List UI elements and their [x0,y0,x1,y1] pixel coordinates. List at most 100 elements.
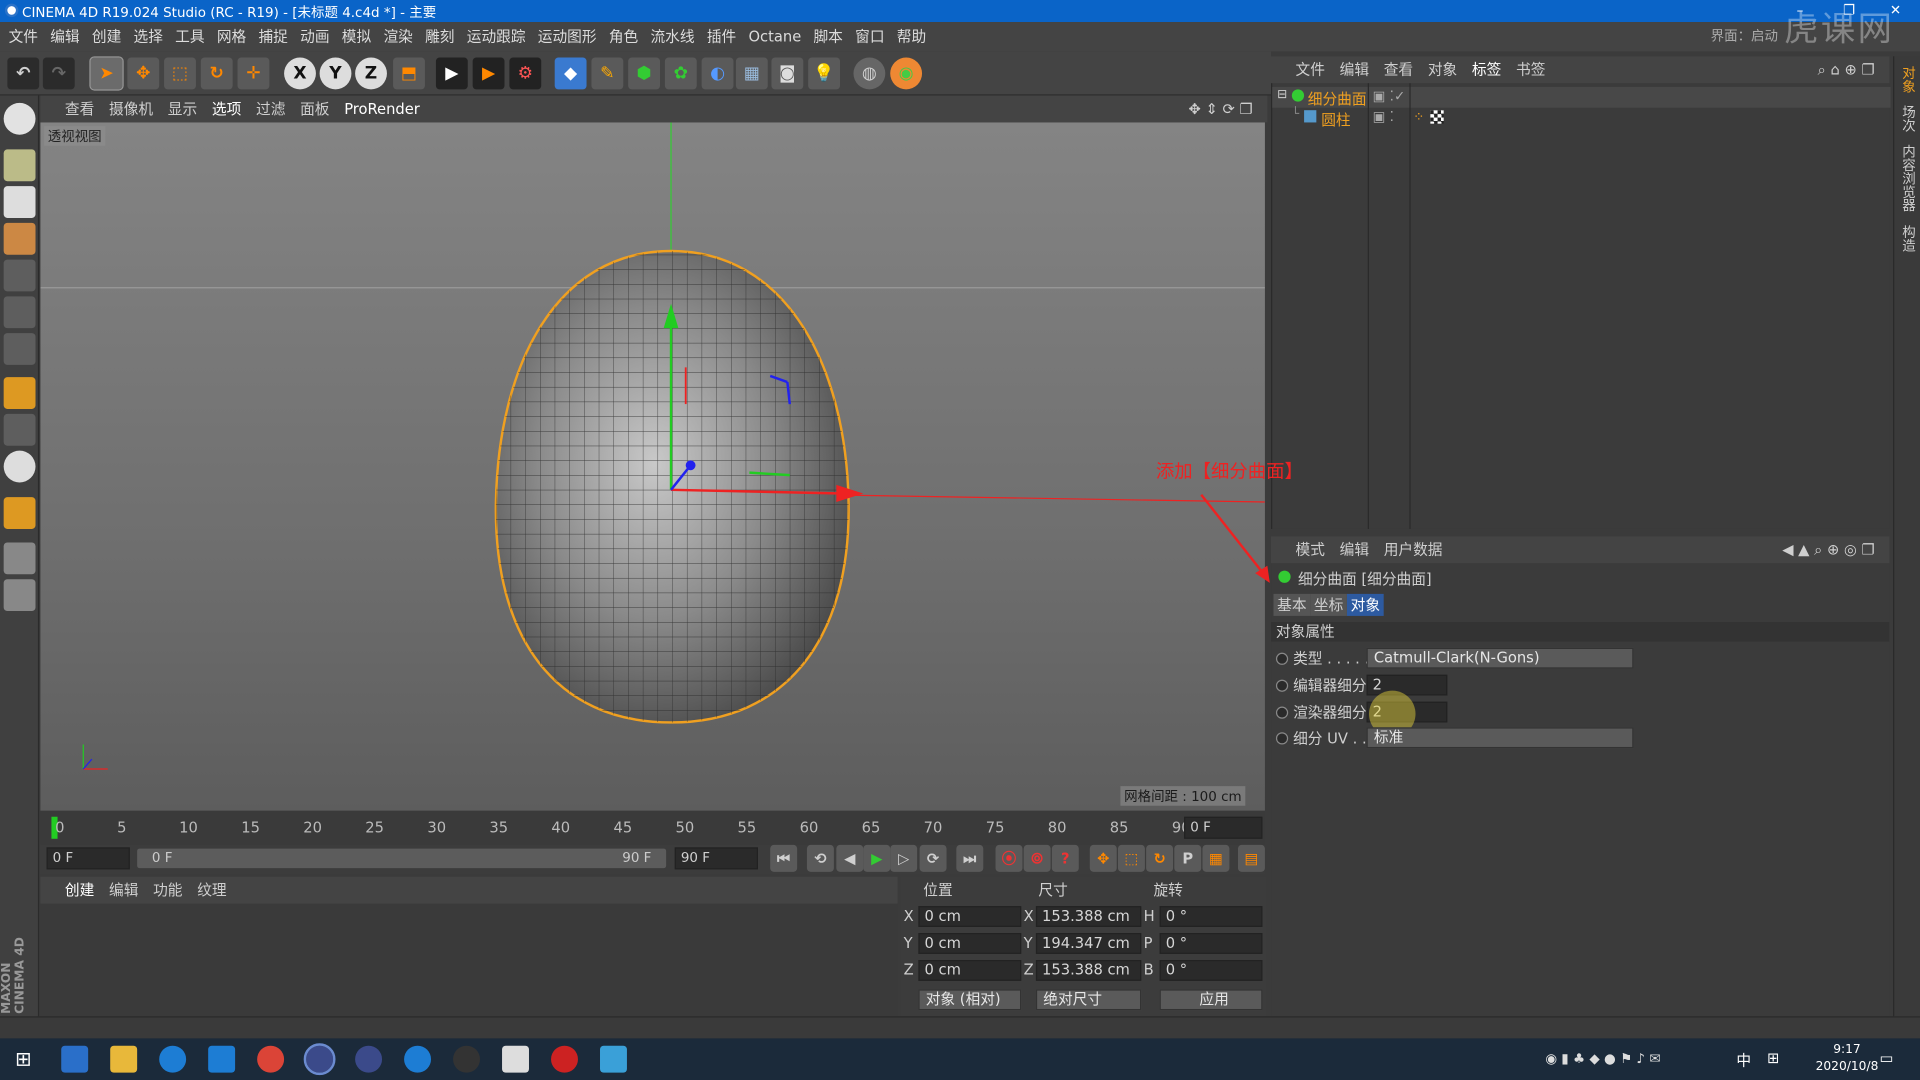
rotate-tool-icon[interactable]: ↻ [200,57,233,90]
viewport-nav-icons[interactable]: ✥ ⇕ ⟳ ❐ [1181,96,1260,123]
tab-coord[interactable]: 坐标 [1310,593,1347,616]
viewport-menu-filter[interactable]: 过滤 [249,96,293,123]
goto-start-icon[interactable]: ⏮ [770,844,798,872]
pos-x-field[interactable]: 0 cm [918,906,1022,927]
collapse-icon[interactable]: ⊟ [1277,88,1287,101]
material-area[interactable] [40,903,898,1017]
notification-icon[interactable]: ▭ [1880,1049,1894,1066]
workplane-mode-icon[interactable] [3,222,36,255]
menu-edit[interactable]: 编辑 [44,22,86,51]
object-row-cylinder[interactable]: └ 圆柱 ▣ ⁚ ⁘ [1272,108,1890,129]
material-menu-edit[interactable]: 编辑 [102,877,146,904]
size-x-field[interactable]: 153.388 cm [1035,906,1142,927]
menu-simulate[interactable]: 模拟 [336,22,378,51]
phong-tag-icon[interactable]: ⁘ [1413,109,1424,125]
redo-icon[interactable]: ↷ [42,57,75,90]
keyboard-icon[interactable]: ⊞ [1767,1049,1779,1066]
next-key-icon[interactable]: ⟳ [919,844,947,872]
menu-window[interactable]: 窗口 [849,22,891,51]
file-explorer-icon[interactable] [110,1045,138,1073]
menu-motion-tracking[interactable]: 运动跟踪 [461,22,532,51]
texture-mode-icon[interactable] [3,186,36,218]
prev-key-icon[interactable]: ⟲ [806,844,834,872]
key-scale-icon[interactable]: ⬚ [1117,844,1145,872]
rot-p-field[interactable]: 0 ° [1159,933,1263,954]
type-dropdown[interactable]: Catmull-Clark(N-Gons) [1366,647,1634,669]
polygons-mode-icon[interactable] [3,333,36,365]
size-mode-dropdown[interactable]: 绝对尺寸 [1035,989,1142,1011]
cinema4d-taskbar-icon[interactable] [303,1043,336,1076]
scale-tool-icon[interactable]: ⬚ [164,57,196,90]
viewport-menu-options[interactable]: 选项 [205,96,249,123]
menu-mesh[interactable]: 网格 [211,22,253,51]
pos-z-field[interactable]: 0 cm [918,960,1022,981]
attr-menu-userdata[interactable]: 用户数据 [1376,536,1449,563]
tab-objects-vertical[interactable]: 对象 [1898,66,1918,93]
preview-range-slider[interactable]: 0 F 90 F [137,848,667,869]
rot-h-field[interactable]: 0 ° [1159,906,1263,927]
attr-menu-edit[interactable]: 编辑 [1332,536,1376,563]
light-icon[interactable]: 💡 [808,57,841,90]
ime-indicator[interactable]: 中 [1736,1049,1751,1070]
play-icon[interactable]: ▶ [863,844,891,872]
tab-basic[interactable]: 基本 [1273,593,1311,616]
move-tool-icon[interactable]: ✥ [127,57,160,90]
timeline-window-icon[interactable]: ▤ [1237,844,1265,872]
obs-icon[interactable] [453,1045,481,1073]
viewport-menu-prorender[interactable]: ProRender [337,96,427,123]
key-pla-icon[interactable]: ▦ [1202,844,1230,872]
menu-script[interactable]: 脚本 [807,22,849,51]
obj-menu-objects[interactable]: 对象 [1420,56,1464,83]
material-menu-create[interactable]: 创建 [58,877,102,904]
render-view-icon[interactable]: ▶ [435,57,468,90]
start-frame-field[interactable]: 0 F [46,847,130,870]
obj-menu-view[interactable]: 查看 [1376,56,1420,83]
app-icon-3[interactable] [600,1045,627,1073]
layout-label[interactable]: 界面：启动 [1705,22,1785,51]
tweak-mode-icon[interactable] [3,413,36,446]
viewport-menu-cameras[interactable]: 摄像机 [102,96,161,123]
menu-pipeline[interactable]: 流水线 [644,22,700,51]
timeline-ruler[interactable]: 0 5 10 15 20 25 30 35 40 45 50 55 60 65 70 75 80 85 90 0 F [40,811,1265,844]
object-name[interactable]: 圆柱 [1321,109,1350,130]
z-axis-lock-icon[interactable]: Z [355,57,387,90]
current-frame-field[interactable]: 0 F [1184,816,1263,839]
render-picture-viewer-icon[interactable]: ▶ [472,57,505,90]
menu-animate[interactable]: 动画 [294,22,336,51]
y-axis-lock-icon[interactable]: Y [319,57,352,90]
cube-object-icon[interactable]: ◆ [554,57,587,90]
menu-help[interactable]: 帮助 [891,22,933,51]
subdivision-surface-icon[interactable]: ⬢ [628,57,661,90]
visibility-icon[interactable]: ▣ ⁚✓ [1373,88,1406,104]
object-row-subdivision[interactable]: ⊟ 细分曲面 ▣ ⁚✓ [1272,86,1891,109]
viewport-menu-panel[interactable]: 面板 [293,96,337,123]
autokey-icon[interactable]: ⦾ [1023,844,1051,872]
size-y-field[interactable]: 194.347 cm [1035,933,1142,954]
perspective-viewport[interactable]: 透视视图 网格间距: 100 cm [40,122,1265,811]
attr-menu-mode[interactable]: 模式 [1288,536,1332,563]
app-icon-2[interactable] [502,1045,529,1073]
viewport-menu-display[interactable]: 显示 [160,96,204,123]
x-axis-lock-icon[interactable]: X [284,57,316,90]
editor-subdivision-field[interactable]: 2 [1366,674,1448,696]
size-z-field[interactable]: 153.388 cm [1035,960,1142,981]
rot-b-field[interactable]: 0 ° [1159,960,1263,981]
octane-texture-icon[interactable]: ◍ [853,57,886,90]
apply-button[interactable]: 应用 [1159,989,1263,1011]
pen-spline-icon[interactable]: ✎ [591,57,624,90]
end-frame-field[interactable]: 90 F [674,847,758,870]
recent-tool-icon[interactable]: ✛ [237,57,270,90]
visibility-icon[interactable]: ▣ ⁚ [1373,109,1394,125]
menu-mograph[interactable]: 运动图形 [532,22,603,51]
tab-object[interactable]: 对象 [1346,593,1384,616]
keyframe-selection-icon[interactable]: ? [1051,844,1079,872]
attr-nav-icons[interactable]: ◀ ▲ ⌕ ⊕ ◎ ❐ [1775,536,1882,563]
snap-icon[interactable] [3,497,36,529]
points-mode-icon[interactable] [3,259,36,292]
object-name[interactable]: 细分曲面 [1308,88,1367,109]
undo-icon[interactable]: ↶ [7,57,40,90]
obj-manager-tool-icons[interactable]: ⌕ ⌂ ⊕ ❐ [1810,56,1882,83]
cloner-icon[interactable]: ✿ [664,57,697,90]
key-rotation-icon[interactable]: ↻ [1146,844,1174,872]
obj-menu-edit[interactable]: 编辑 [1332,56,1376,83]
